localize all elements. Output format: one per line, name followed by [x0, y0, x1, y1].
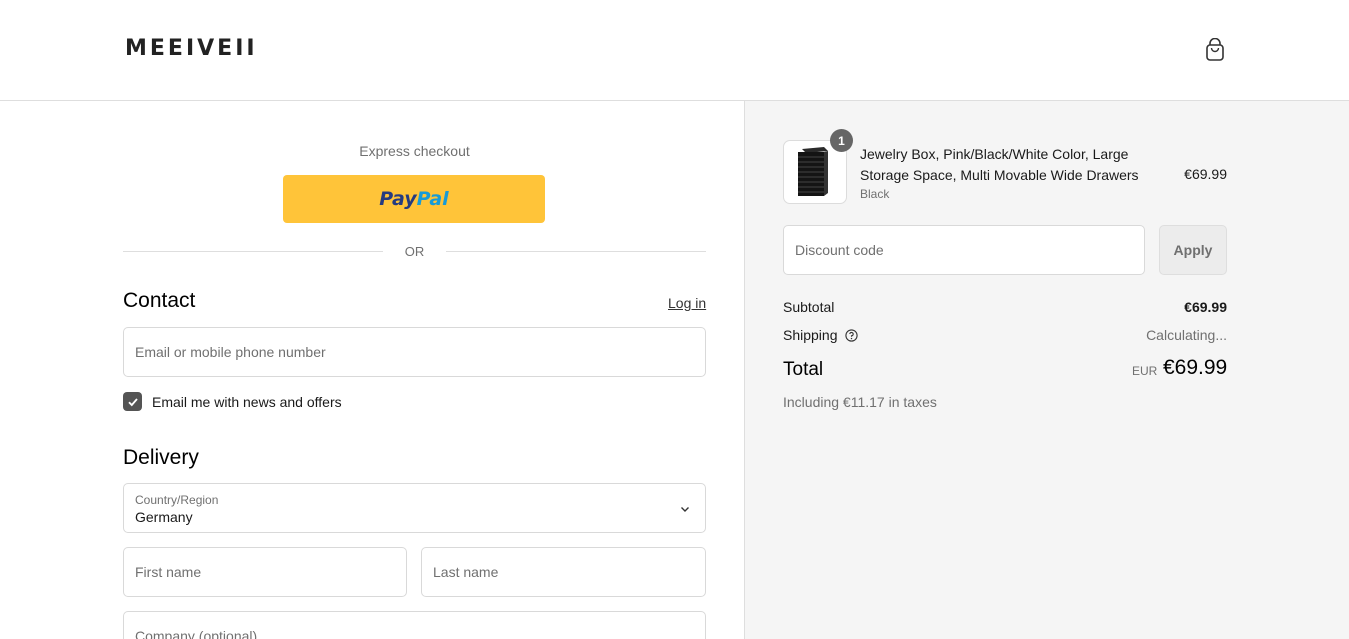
news-checkbox[interactable]	[123, 392, 142, 411]
shipping-value: Calculating...	[1146, 327, 1227, 343]
header: MEEIVEII	[0, 0, 1349, 101]
first-name-container	[123, 547, 407, 597]
currency-code: EUR	[1132, 364, 1158, 378]
product-price: €69.99	[1184, 166, 1227, 182]
chevron-down-icon	[681, 507, 689, 512]
express-checkout-label: Express checkout	[359, 143, 470, 159]
shipping-row: Shipping	[783, 327, 859, 343]
discount-container	[783, 225, 1145, 275]
email-input[interactable]	[124, 328, 705, 376]
delivery-heading: Delivery	[123, 446, 199, 469]
subtotal-label: Subtotal	[783, 299, 835, 315]
apply-discount-button[interactable]: Apply	[1159, 225, 1227, 275]
total-value: €69.99	[1163, 356, 1228, 379]
contact-heading: Contact	[123, 289, 196, 312]
quantity-badge: 1	[830, 129, 853, 152]
or-text: OR	[404, 243, 425, 259]
store-logo[interactable]: MEEIVEII	[125, 36, 258, 61]
login-link[interactable]: Log in	[668, 295, 706, 311]
first-name-input[interactable]	[124, 548, 406, 596]
country-value: Germany	[135, 509, 193, 525]
subtotal-value: €69.99	[1184, 299, 1227, 315]
taxes-note: Including €11.17 in taxes	[783, 394, 937, 410]
shipping-label: Shipping	[783, 327, 838, 343]
product-variant: Black	[860, 187, 890, 201]
country-label: Country/Region	[135, 493, 219, 507]
paypal-button[interactable]: PayPal	[283, 175, 545, 223]
last-name-input[interactable]	[422, 548, 705, 596]
email-field-container	[123, 327, 706, 377]
or-divider: OR	[123, 241, 706, 261]
company-container	[123, 611, 706, 639]
paypal-logo: PayPal	[379, 188, 449, 210]
total-label: Total	[783, 359, 824, 380]
help-circle-icon[interactable]	[845, 329, 859, 342]
checkmark-icon	[127, 397, 138, 406]
news-checkbox-label: Email me with news and offers	[152, 394, 342, 410]
country-select[interactable]: Country/Region Germany	[123, 483, 706, 533]
shopping-bag-icon[interactable]	[1204, 38, 1226, 62]
company-input[interactable]	[124, 612, 705, 639]
product-name: Jewelry Box, Pink/Black/White Color, Lar…	[860, 146, 1139, 183]
discount-code-input[interactable]	[784, 226, 1144, 274]
last-name-container	[421, 547, 706, 597]
